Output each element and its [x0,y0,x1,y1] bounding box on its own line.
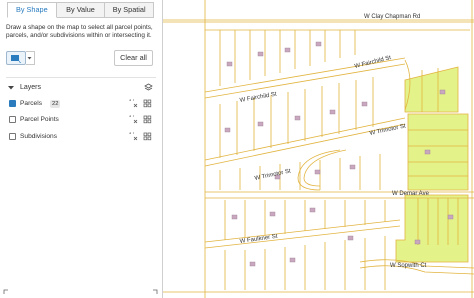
select-shape-button[interactable] [6,51,26,65]
chevron-down-icon [27,57,32,60]
clear-selection-icon[interactable] [129,99,138,108]
chevron-down-icon [8,86,14,90]
divider [6,77,156,78]
grid-view-icon[interactable] [143,99,152,108]
select-tool-dropdown[interactable] [26,51,35,65]
layers-menu-icon[interactable] [144,83,153,92]
tab-by-value[interactable]: By Value [56,2,106,18]
tab-by-spatial[interactable]: By Spatial [105,2,155,18]
street-label: W Sopwith Ct [390,263,427,269]
grid-view-icon[interactable] [143,115,152,124]
layer-checkbox-parcel-points[interactable] [9,116,16,123]
layer-label: Parcels [20,100,42,107]
layers-title: Layers [20,84,42,91]
layer-checkbox-subdivisions[interactable] [9,133,16,140]
layer-row-parcel-points: Parcel Points [9,114,154,126]
layer-label: Subdivisions [20,133,58,140]
clear-selection-icon[interactable] [129,132,138,141]
select-shape-icon [11,55,21,63]
street-label: W Clay Chapman Rd [364,14,420,20]
layers-header[interactable]: Layers [6,82,156,94]
grid-view-icon[interactable] [143,132,152,141]
resize-handle-icon[interactable] [3,289,9,295]
count-badge: 22 [50,99,61,108]
street-label: W Demar Ave [392,191,430,197]
clear-selection-icon[interactable] [129,115,138,124]
layer-row-subdivisions: Subdivisions [9,131,154,143]
layer-label: Parcel Points [20,116,59,123]
layer-checkbox-parcels[interactable] [9,100,16,107]
instructions-text: Draw a shape on the map to select all pa… [6,24,153,40]
layer-row-parcels: Parcels 22 [9,98,154,110]
select-panel: By Shape By Value By Spatial Draw a shap… [0,0,163,298]
tab-by-shape[interactable]: By Shape [7,2,57,18]
clear-all-button[interactable]: Clear all [114,50,153,66]
tab-bar: By Shape By Value By Spatial [7,2,155,18]
resize-handle-icon[interactable] [152,289,158,295]
